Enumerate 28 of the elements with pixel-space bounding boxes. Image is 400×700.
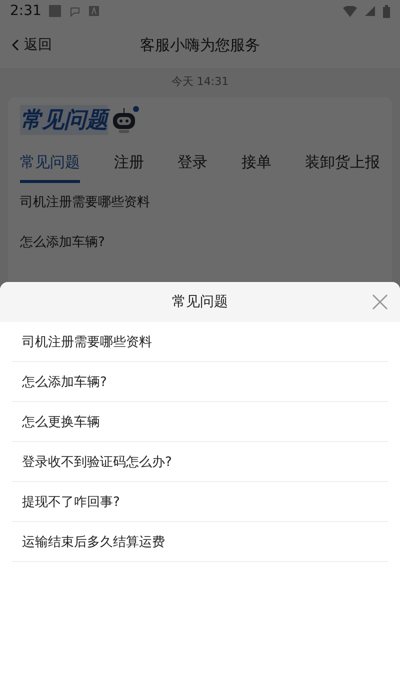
question-link[interactable]: 司机注册需要哪些资料 <box>20 183 380 223</box>
question-item[interactable]: 登录收不到验证码怎么办? <box>12 442 388 482</box>
close-icon[interactable] <box>372 294 388 310</box>
chevron-left-icon <box>12 39 20 51</box>
back-button[interactable]: 返回 <box>12 36 52 54</box>
robot-icon <box>110 105 140 135</box>
wifi-icon <box>343 6 357 16</box>
category-tab[interactable]: 常见问题 <box>20 149 80 183</box>
chat-timestamp: 今天 14:31 <box>171 75 229 88</box>
category-tab[interactable]: 接单 <box>241 149 272 183</box>
sheet-title: 常见问题 <box>172 293 228 311</box>
category-tab[interactable]: 注册 <box>114 149 144 183</box>
question-item[interactable]: 提现不了咋回事? <box>12 482 388 522</box>
notification-icon <box>89 6 100 16</box>
chat-icon <box>69 5 82 17</box>
square-icon <box>49 5 62 17</box>
signal-icon <box>365 6 375 16</box>
category-tab[interactable]: 登录 <box>178 149 208 183</box>
question-link[interactable]: 怎么添加车辆? <box>20 223 380 263</box>
question-item[interactable]: 怎么添加车辆? <box>12 362 388 402</box>
page-title: 客服小嗨为您服务 <box>140 36 260 54</box>
question-item[interactable]: 运输结束后多久结算运费 <box>12 522 388 562</box>
category-tab[interactable]: 装卸货上报 <box>305 149 380 183</box>
clock-time: 2:31 <box>10 3 42 19</box>
question-item[interactable]: 怎么更换车辆 <box>12 402 388 442</box>
question-item[interactable]: 司机注册需要哪些资料 <box>12 322 388 362</box>
battery-icon <box>383 4 390 18</box>
logo-text: 常见问题 <box>20 105 108 135</box>
